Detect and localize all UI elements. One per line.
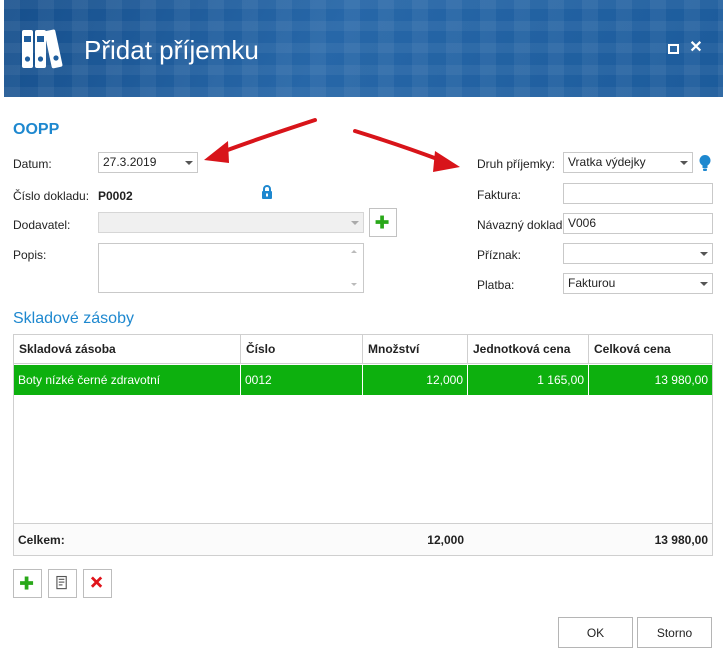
delete-row-button[interactable] (83, 569, 112, 598)
arrow-to-datum (204, 118, 317, 163)
navazny-value: V006 (568, 216, 597, 230)
platba-label: Platba: (477, 278, 515, 292)
priznak-field[interactable] (563, 243, 713, 264)
ok-button[interactable]: OK (558, 617, 633, 648)
arrow-to-druh (353, 129, 460, 172)
popis-label: Popis: (13, 248, 47, 262)
popis-textarea[interactable] (98, 243, 364, 293)
druh-field[interactable]: Vratka výdejky (563, 152, 693, 173)
scroll-down-icon[interactable] (351, 283, 357, 286)
druh-label: Druh příjemky: (477, 157, 556, 171)
chevron-down-icon[interactable] (185, 161, 193, 165)
section-title: OOPP (13, 121, 60, 138)
datum-field[interactable]: 27.3.2019 (98, 152, 198, 173)
chevron-down-icon[interactable] (680, 161, 688, 165)
cell-celkova: 13 980,00 (654, 373, 708, 387)
cislo-value: P0002 (98, 189, 133, 203)
datum-label: Datum: (13, 157, 52, 171)
items-grid: Skladová zásoba Číslo Množství Jednotkov… (13, 334, 713, 556)
lightbulb-icon[interactable] (698, 154, 712, 172)
footer-mnozstvi: 12,000 (427, 533, 464, 547)
grid-header: Skladová zásoba Číslo Množství Jednotkov… (14, 335, 712, 364)
cislo-label: Číslo dokladu: (13, 189, 90, 203)
cancel-button[interactable]: Storno (637, 617, 712, 648)
cell-jednotkova: 1 165,00 (468, 365, 589, 395)
column-header[interactable]: Jednotková cena (468, 335, 589, 364)
faktura-field[interactable] (563, 183, 713, 204)
navazny-label: Návazný doklad: (477, 218, 566, 232)
column-header[interactable]: Množství (363, 335, 468, 364)
grid-footer: Celkem: 12,000 13 980,00 (14, 523, 712, 555)
cell-mnozstvi: 12,000 (363, 365, 468, 395)
chevron-down-icon[interactable] (700, 252, 708, 256)
platba-field[interactable]: Fakturou (563, 273, 713, 294)
column-header[interactable]: Celková cena (589, 335, 712, 364)
binders-icon (22, 29, 63, 69)
add-row-button[interactable] (13, 569, 42, 598)
maximize-icon[interactable] (664, 40, 680, 56)
chevron-down-icon (351, 221, 359, 225)
dodavatel-field[interactable] (98, 212, 364, 233)
close-icon[interactable]: ✕ (688, 40, 704, 56)
platba-value: Fakturou (568, 276, 616, 290)
annotation-arrows (204, 118, 460, 172)
window-title: Přidat příjemku (84, 35, 259, 65)
priznak-label: Příznak: (477, 248, 522, 262)
grid-title: Skladové zásoby (13, 310, 134, 327)
document-icon (56, 575, 67, 590)
datum-value: 27.3.2019 (103, 155, 157, 169)
navazny-field[interactable]: V006 (563, 213, 713, 234)
plus-icon (375, 215, 389, 229)
x-icon (90, 576, 103, 588)
cell-zasoba: Boty nízké černé zdravotní (14, 365, 241, 395)
footer-celkova: 13 980,00 (654, 533, 708, 547)
faktura-label: Faktura: (477, 188, 522, 202)
lock-icon (262, 185, 272, 199)
table-row[interactable]: Boty nízké černé zdravotní 0012 12,000 1… (14, 365, 712, 395)
chevron-down-icon[interactable] (700, 282, 708, 286)
dodavatel-label: Dodavatel: (13, 218, 71, 232)
plus-icon (20, 576, 34, 590)
cell-cislo: 0012 (241, 365, 363, 395)
druh-value: Vratka výdejky (568, 155, 646, 169)
footer-label: Celkem: (18, 533, 65, 547)
add-supplier-button[interactable] (369, 208, 397, 237)
column-header[interactable]: Číslo (241, 335, 363, 364)
title-bar: Přidat příjemku ✕ (4, 0, 723, 97)
column-header[interactable]: Skladová zásoba (14, 335, 241, 364)
edit-row-button[interactable] (48, 569, 77, 598)
scroll-up-icon[interactable] (351, 250, 357, 253)
